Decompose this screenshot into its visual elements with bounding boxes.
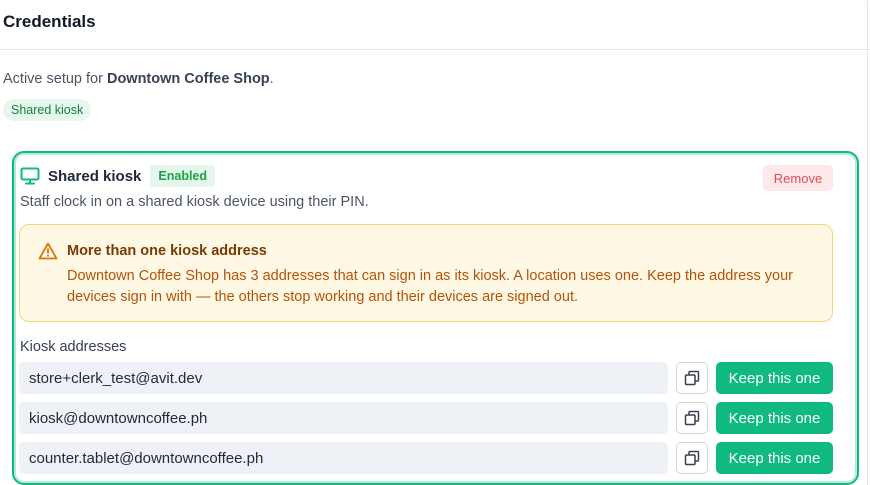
monitor-icon: [20, 167, 40, 185]
warning-banner: More than one kiosk address Downtown Cof…: [19, 224, 833, 322]
copy-button[interactable]: [676, 442, 708, 474]
warning-title: More than one kiosk address: [67, 243, 267, 259]
kiosk-description: Staff clock in on a shared kiosk device …: [20, 194, 369, 210]
active-location-name: Downtown Coffee Shop: [106, 71, 270, 87]
address-field[interactable]: kiosk@downtowncoffee.ph: [19, 402, 668, 434]
address-field[interactable]: store+clerk_test@avit.dev: [19, 362, 668, 394]
kiosk-addresses-label: Kiosk addresses: [20, 339, 127, 355]
copy-button[interactable]: [676, 402, 708, 434]
credentials-header: Credentials: [0, 0, 870, 50]
copy-icon: [684, 370, 700, 386]
address-field[interactable]: counter.tablet@downtowncoffee.ph: [19, 442, 668, 474]
setup-type-badge: Shared kiosk: [3, 99, 92, 121]
active-setup-prefix: Active setup for: [3, 71, 107, 87]
kiosk-header: Shared kiosk Enabled: [20, 165, 216, 187]
keep-this-one-button[interactable]: Keep this one: [716, 442, 833, 474]
warning-body: Downtown Coffee Shop has 3 addresses tha…: [67, 268, 793, 305]
copy-icon: [684, 410, 700, 426]
warning-triangle-icon: [38, 242, 58, 260]
address-row: kiosk@downtowncoffee.ph Keep this one: [19, 402, 833, 434]
page-title: Credentials: [3, 12, 96, 31]
copy-button[interactable]: [676, 362, 708, 394]
keep-this-one-button[interactable]: Keep this one: [716, 362, 833, 394]
status-badge: Enabled: [150, 165, 216, 187]
address-row: store+clerk_test@avit.dev Keep this one: [19, 362, 833, 394]
address-row: counter.tablet@downtowncoffee.ph Keep th…: [19, 442, 833, 474]
active-setup-text: Active setup for Downtown Coffee Shop.: [3, 71, 274, 87]
active-setup-suffix: .: [269, 71, 274, 87]
remove-button[interactable]: Remove: [763, 165, 833, 191]
kiosk-title: Shared kiosk: [48, 167, 142, 185]
keep-this-one-button[interactable]: Keep this one: [716, 402, 833, 434]
copy-icon: [684, 450, 700, 466]
